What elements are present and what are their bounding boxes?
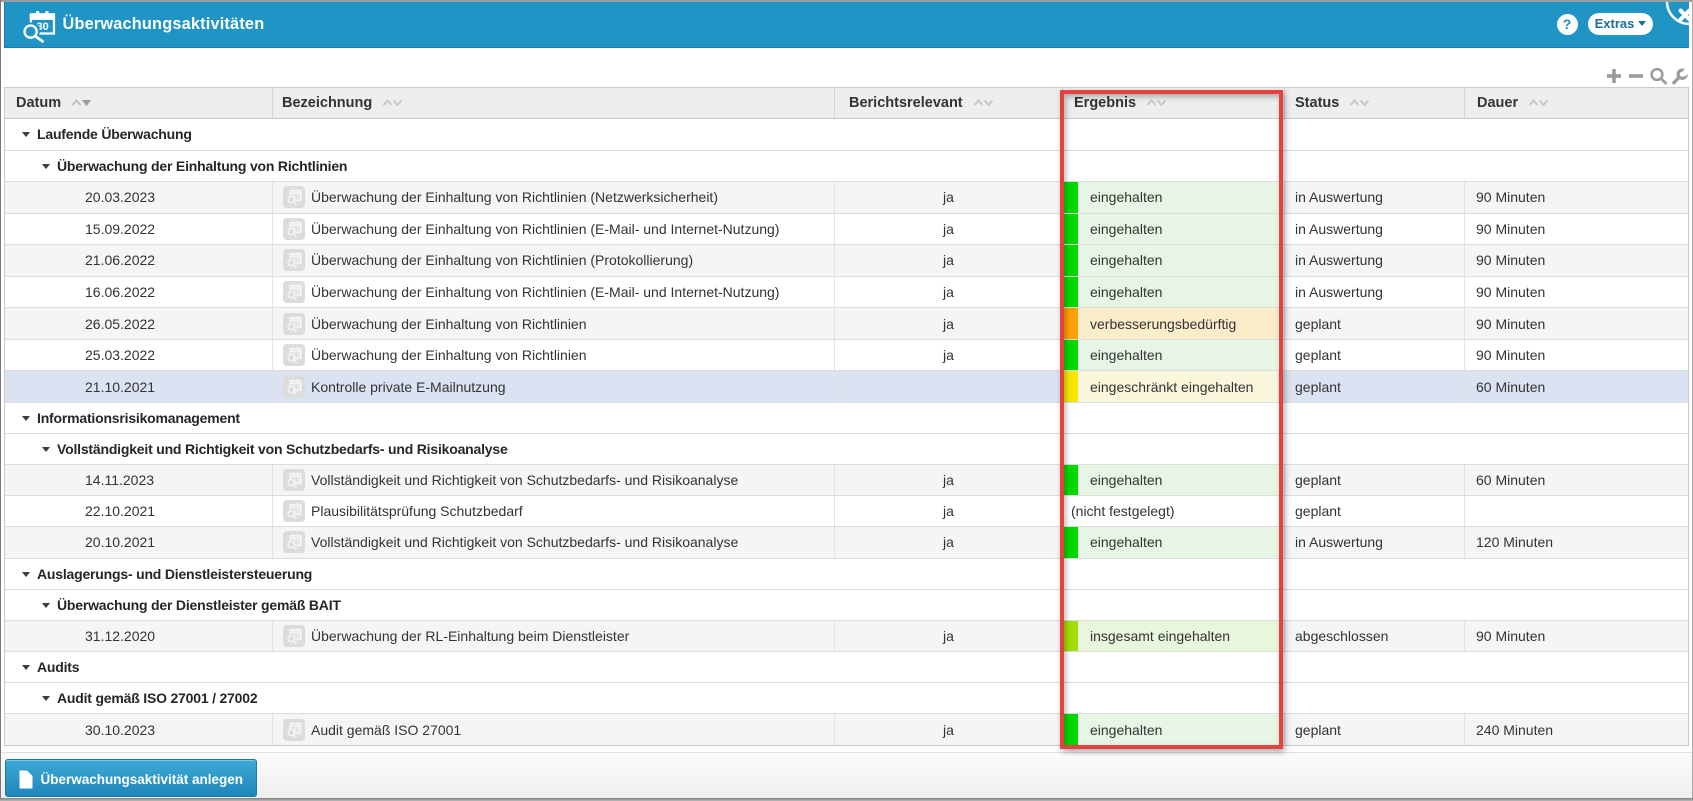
- svg-text:10: 10: [293, 321, 301, 328]
- svg-text:10: 10: [293, 289, 301, 296]
- svg-text:10: 10: [293, 352, 301, 359]
- svg-text:10: 10: [293, 540, 301, 547]
- svg-text:10: 10: [293, 384, 301, 391]
- svg-text:10: 10: [293, 195, 301, 202]
- svg-text:10: 10: [293, 727, 301, 734]
- svg-text:10: 10: [293, 633, 301, 640]
- svg-text:10: 10: [293, 226, 301, 233]
- svg-text:10: 10: [293, 478, 301, 485]
- svg-text:10: 10: [293, 258, 301, 265]
- svg-text:10: 10: [293, 509, 301, 516]
